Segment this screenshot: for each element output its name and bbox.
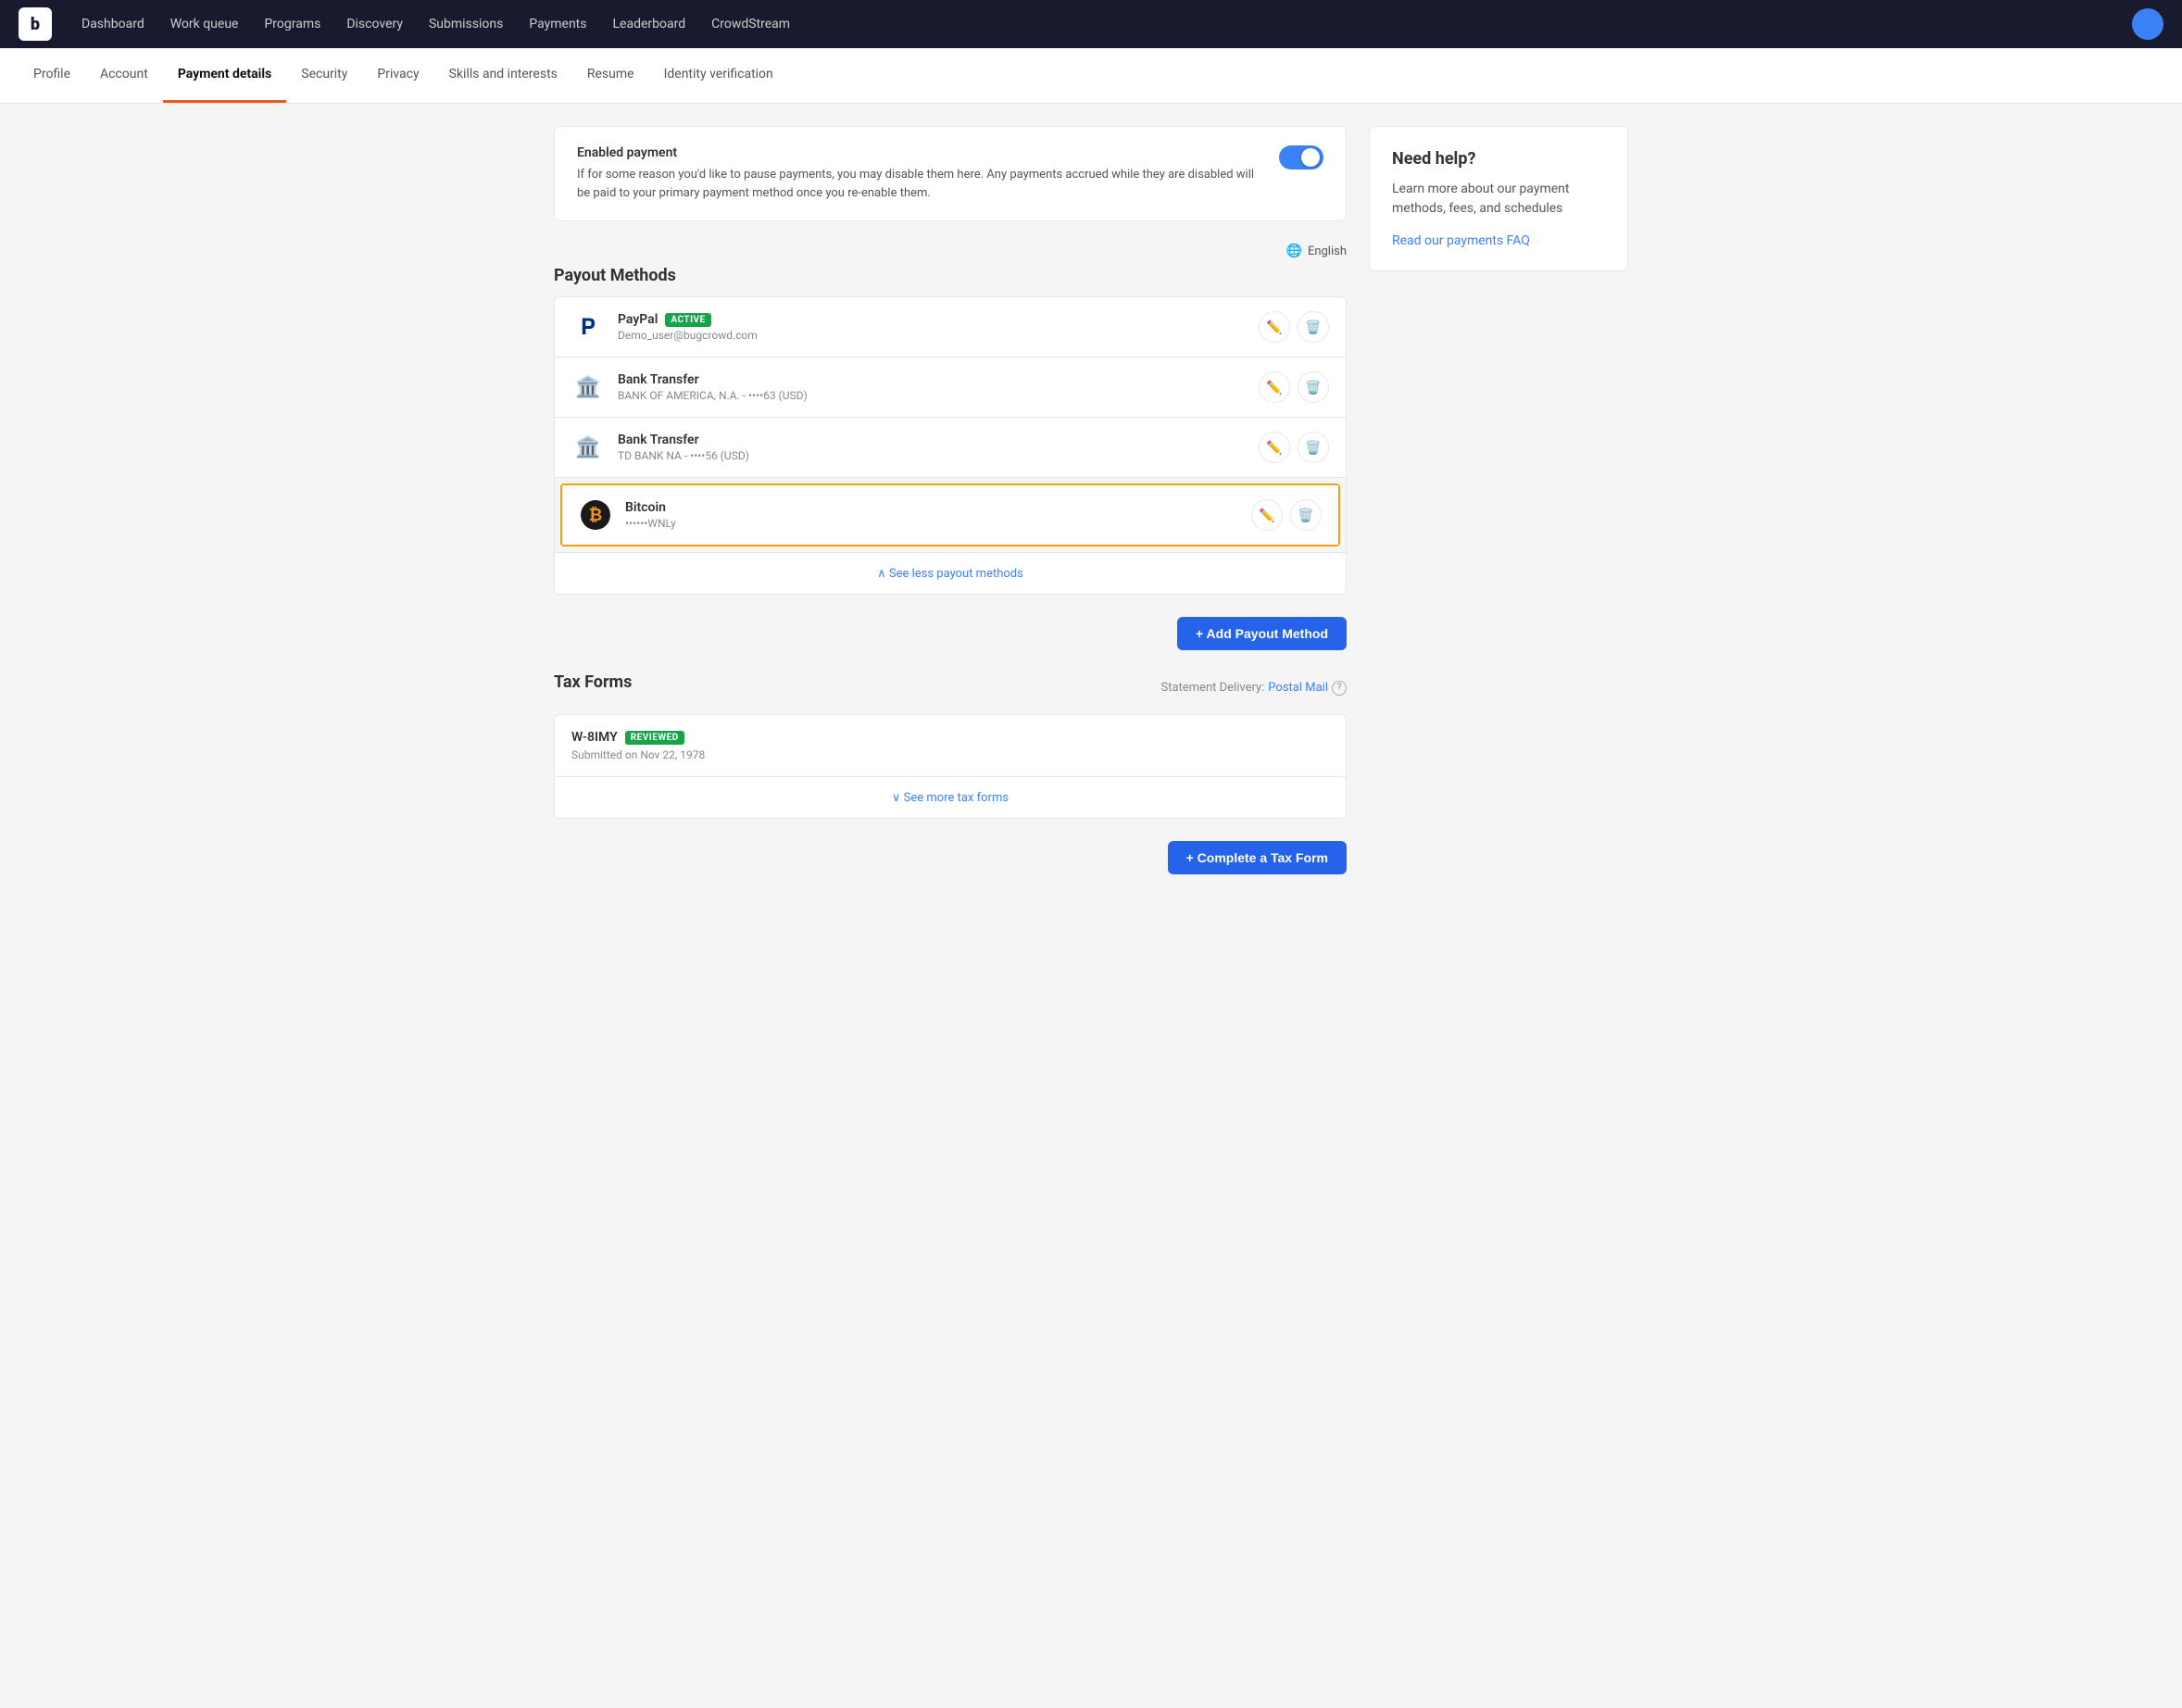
enabled-payment-text: Enabled payment If for some reason you'd… <box>577 145 1264 202</box>
tax-forms-card: W-8IMY REVIEWED Submitted on Nov 22, 197… <box>554 714 1347 819</box>
bank2-delete-button[interactable]: 🗑️ <box>1298 432 1329 463</box>
statement-delivery-help-icon[interactable]: ? <box>1332 681 1347 696</box>
payout-row-bank2: 🏛️ Bank Transfer TD BANK NA - ••••56 (US… <box>555 418 1346 478</box>
user-avatar[interactable] <box>2132 8 2163 40</box>
tab-resume[interactable]: Resume <box>572 48 649 103</box>
language-icon: 🌐 <box>1286 244 1302 258</box>
bank2-name: Bank Transfer <box>618 433 1259 447</box>
complete-tax-row: + Complete a Tax Form <box>554 841 1347 874</box>
nav-item-programs[interactable]: Programs <box>253 11 332 37</box>
bitcoin-info: Bitcoin ••••••WNLy <box>625 500 1251 530</box>
nav-item-discovery[interactable]: Discovery <box>335 11 414 37</box>
tab-privacy[interactable]: Privacy <box>362 48 433 103</box>
paypal-actions: ✏️ 🗑️ <box>1259 311 1329 343</box>
bank2-actions: ✏️ 🗑️ <box>1259 432 1329 463</box>
help-description: Learn more about our payment methods, fe… <box>1392 180 1605 219</box>
bank1-edit-button[interactable]: ✏️ <box>1259 371 1290 403</box>
payout-row-paypal: 𝐏 PayPal ACTIVE Demo_user@bugcrowd.com ✏… <box>555 297 1346 358</box>
tab-payment-details[interactable]: Payment details <box>163 48 286 103</box>
payout-methods-title: Payout Methods <box>554 266 1347 285</box>
nav-item-payments[interactable]: Payments <box>518 11 597 37</box>
payment-toggle[interactable] <box>1279 145 1323 170</box>
complete-tax-button[interactable]: + Complete a Tax Form <box>1168 841 1347 874</box>
bank1-delete-button[interactable]: 🗑️ <box>1298 371 1329 403</box>
tab-account[interactable]: Account <box>85 48 163 103</box>
top-navigation: b Dashboard Work queue Programs Discover… <box>0 0 2182 48</box>
bank1-sub: BANK OF AMERICA, N.A. - ••••63 (USD) <box>618 389 1259 402</box>
help-card: Need help? Learn more about our payment … <box>1369 126 1628 271</box>
language-label[interactable]: English <box>1308 245 1347 258</box>
help-title: Need help? <box>1392 149 1605 169</box>
see-less-link[interactable]: ∧ See less payout methods <box>877 567 1023 581</box>
bitcoin-edit-button[interactable]: ✏️ <box>1251 499 1283 531</box>
bank2-info: Bank Transfer TD BANK NA - ••••56 (USD) <box>618 433 1259 462</box>
bitcoin-name: Bitcoin <box>625 500 1251 515</box>
tab-profile[interactable]: Profile <box>19 48 85 103</box>
payout-row-bitcoin-wrapper: ₿ Bitcoin ••••••WNLy ✏️ 🗑️ <box>560 484 1340 546</box>
help-faq-link[interactable]: Read our payments FAQ <box>1392 233 1530 248</box>
page-content: Enabled payment If for some reason you'd… <box>535 126 1647 874</box>
paypal-name: PayPal ACTIVE <box>618 312 1259 327</box>
bitcoin-delete-button[interactable]: 🗑️ <box>1290 499 1322 531</box>
paypal-info: PayPal ACTIVE Demo_user@bugcrowd.com <box>618 312 1259 342</box>
bank2-edit-button[interactable]: ✏️ <box>1259 432 1290 463</box>
statement-delivery: Statement Delivery: Postal Mail ? <box>1160 681 1347 696</box>
paypal-active-badge: ACTIVE <box>665 313 710 327</box>
see-more-link[interactable]: ∨ See more tax forms <box>892 791 1009 805</box>
tax-row-w8imy: W-8IMY REVIEWED Submitted on Nov 22, 197… <box>555 715 1346 777</box>
payout-methods-card: 𝐏 PayPal ACTIVE Demo_user@bugcrowd.com ✏… <box>554 296 1347 595</box>
enabled-payment-label: Enabled payment <box>577 145 1264 160</box>
tab-skills[interactable]: Skills and interests <box>434 48 572 103</box>
payout-methods-section: 🌐 English Payout Methods 𝐏 PayPal ACTIVE <box>554 244 1347 650</box>
paypal-sub: Demo_user@bugcrowd.com <box>618 329 1259 342</box>
tax-reviewed-badge: REVIEWED <box>625 731 684 745</box>
statement-delivery-label: Statement Delivery: <box>1160 681 1264 695</box>
main-column: Enabled payment If for some reason you'd… <box>554 126 1347 874</box>
nav-item-leaderboard[interactable]: Leaderboard <box>602 11 697 37</box>
payout-row-bank1: 🏛️ Bank Transfer BANK OF AMERICA, N.A. -… <box>555 358 1346 418</box>
bank1-actions: ✏️ 🗑️ <box>1259 371 1329 403</box>
tax-form-name: W-8IMY REVIEWED <box>571 730 1329 745</box>
bank2-icon: 🏛️ <box>571 431 605 464</box>
nav-item-submissions[interactable]: Submissions <box>418 11 514 37</box>
nav-item-dashboard[interactable]: Dashboard <box>70 11 156 37</box>
bank1-name: Bank Transfer <box>618 372 1259 387</box>
tax-section-header: Tax Forms Statement Delivery: Postal Mai… <box>554 672 1347 703</box>
see-more-row: ∨ See more tax forms <box>555 777 1346 818</box>
tax-form-sub: Submitted on Nov 22, 1978 <box>571 748 1329 761</box>
bank2-sub: TD BANK NA - ••••56 (USD) <box>618 449 1259 462</box>
bitcoin-actions: ✏️ 🗑️ <box>1251 499 1322 531</box>
sub-navigation: Profile Account Payment details Security… <box>0 48 2182 104</box>
tab-security[interactable]: Security <box>286 48 362 103</box>
paypal-delete-button[interactable]: 🗑️ <box>1298 311 1329 343</box>
bitcoin-sub: ••••••WNLy <box>625 517 1251 530</box>
add-payout-row: + Add Payout Method <box>554 617 1347 650</box>
enabled-payment-card: Enabled payment If for some reason you'd… <box>554 126 1347 221</box>
tab-identity[interactable]: Identity verification <box>649 48 788 103</box>
nav-item-crowdstream[interactable]: CrowdStream <box>700 11 801 37</box>
statement-delivery-value[interactable]: Postal Mail <box>1268 681 1328 695</box>
paypal-icon: 𝐏 <box>571 310 605 344</box>
payout-row-bitcoin: ₿ Bitcoin ••••••WNLy ✏️ 🗑️ <box>562 485 1338 545</box>
tax-forms-section: Tax Forms Statement Delivery: Postal Mai… <box>554 672 1347 874</box>
side-column: Need help? Learn more about our payment … <box>1369 126 1628 874</box>
logo[interactable]: b <box>19 7 52 41</box>
add-payout-button[interactable]: + Add Payout Method <box>1177 617 1347 650</box>
enabled-payment-description: If for some reason you'd like to pause p… <box>577 166 1264 202</box>
bank1-info: Bank Transfer BANK OF AMERICA, N.A. - ••… <box>618 372 1259 402</box>
paypal-edit-button[interactable]: ✏️ <box>1259 311 1290 343</box>
language-row: 🌐 English <box>554 244 1347 258</box>
bitcoin-icon: ₿ <box>579 498 612 532</box>
nav-item-workqueue[interactable]: Work queue <box>159 11 250 37</box>
tax-forms-title: Tax Forms <box>554 672 632 692</box>
bank1-icon: 🏛️ <box>571 370 605 404</box>
see-less-row: ∧ See less payout methods <box>555 552 1346 594</box>
